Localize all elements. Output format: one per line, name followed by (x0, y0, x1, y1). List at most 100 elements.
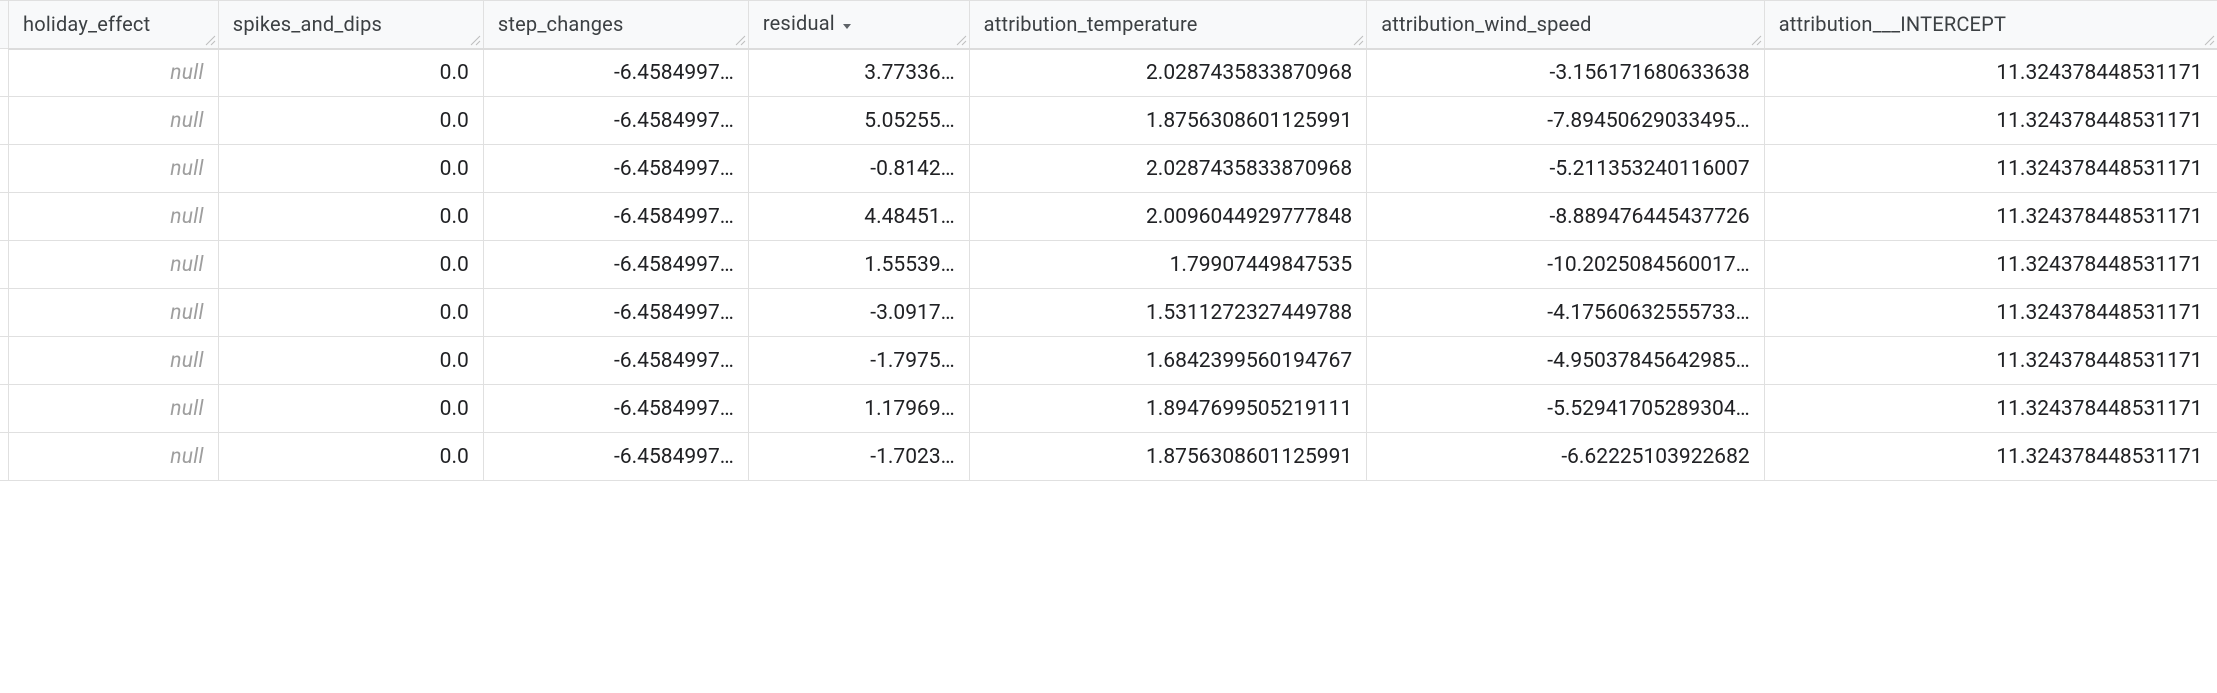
cell-attribution_wind_speed[interactable]: -5.211353240116007 (1367, 145, 1765, 193)
cell-attribution_temperature[interactable]: 1.79907449847535 (969, 241, 1367, 289)
cell-value: 5.05255… (864, 109, 954, 133)
column-resize-handle-icon[interactable] (1352, 34, 1364, 46)
column-resize-handle-icon[interactable] (955, 34, 967, 46)
cell-step_changes[interactable]: -6.4584997… (483, 97, 748, 145)
cell-value: -5.52941705289304… (1547, 397, 1749, 421)
column-header-holiday_effect[interactable]: holiday_effect (9, 1, 219, 49)
table-row[interactable]: null0.0 -6.4584997… 4.48451…2.009604492977… (0, 193, 2217, 241)
cell-residual[interactable]: -0.8142… (748, 145, 969, 193)
table-row[interactable]: null0.0-6.4584997…3.77336… 2.028743583387… (0, 49, 2217, 97)
cell-holiday_effect[interactable]: null (9, 49, 219, 97)
column-header-attribution_wind_speed[interactable]: attribution_wind_speed (1367, 1, 1765, 49)
cell-attribution_temperature[interactable]: 1.5311272327449788 (969, 289, 1367, 337)
cell-residual[interactable]: 5.05255… (748, 97, 969, 145)
cell-step_changes[interactable]: -6.4584997… (483, 49, 748, 97)
cell-attribution_wind_speed[interactable]: -5.52941705289304… (1367, 385, 1765, 433)
cell-holiday_effect[interactable]: null (9, 289, 219, 337)
cell-step_changes[interactable]: -6.4584997… (483, 433, 748, 481)
table-row[interactable]: null 0.0 -6.4584997…-3.0917… 1.531127232744… (0, 289, 2217, 337)
cell-spikes_and_dips[interactable]: 0.0 (218, 289, 483, 337)
cell-residual[interactable]: 4.48451… (748, 193, 969, 241)
cell-spikes_and_dips[interactable]: 0.0 (218, 385, 483, 433)
cell-spikes_and_dips[interactable]: 0.0 (218, 145, 483, 193)
cell-step_changes[interactable]: -6.4584997… (483, 145, 748, 193)
cell-attribution___INTERCEPT[interactable]: 11.324378448531171 (1764, 49, 2217, 97)
cell-attribution_wind_speed[interactable]: -4.95037845642985… (1367, 337, 1765, 385)
cell-residual[interactable]: 1.17969… (748, 385, 969, 433)
cell-step_changes[interactable]: -6.4584997… (483, 337, 748, 385)
cell-holiday_effect[interactable]: null (9, 97, 219, 145)
cell-spikes_and_dips[interactable]: 0.0 (218, 97, 483, 145)
cell-attribution___INTERCEPT[interactable]: 11.324378448531171 (1764, 241, 2217, 289)
cell-attribution_temperature[interactable]: 1.8947699505219111 (969, 385, 1367, 433)
cell-attribution_wind_speed[interactable]: -7.89450629033495… (1367, 97, 1765, 145)
cell-attribution_wind_speed[interactable]: -3.156171680633638 (1367, 49, 1765, 97)
cell-step_changes[interactable]: -6.4584997… (483, 241, 748, 289)
table-row[interactable]: null0.0-6.4584997…-0.8142… 2.028743583387… (0, 145, 2217, 193)
cell-attribution_temperature[interactable]: 1.8756308601125991 (969, 433, 1367, 481)
table-row[interactable]: null0.0-6.4584997…1.55539…1.799074498475… (0, 241, 2217, 289)
column-resize-handle-icon[interactable] (469, 34, 481, 46)
table-row[interactable]: null0.0-6.4584997…-1.7975…1.684239956019… (0, 337, 2217, 385)
column-header-label: attribution_temperature (984, 12, 1198, 36)
cell-value: 2.0287435833870968 (1146, 61, 1352, 85)
row-leading-gutter (0, 49, 9, 97)
cell-residual[interactable]: 3.77336… (748, 49, 969, 97)
cell-attribution___INTERCEPT[interactable]: 11.324378448531171 (1764, 433, 2217, 481)
column-resize-handle-icon[interactable] (1750, 34, 1762, 46)
cell-step_changes[interactable]: -6.4584997… (483, 193, 748, 241)
cell-value: 11.324378448531171 (1996, 205, 2202, 229)
cell-attribution_wind_speed[interactable]: -4.17560632555733… (1367, 289, 1765, 337)
column-header-label: attribution___INTERCEPT (1779, 12, 2006, 36)
cell-spikes_and_dips[interactable]: 0.0 (218, 49, 483, 97)
column-resize-handle-icon[interactable] (204, 34, 216, 46)
cell-spikes_and_dips[interactable]: 0.0 (218, 337, 483, 385)
cell-holiday_effect[interactable]: null (9, 241, 219, 289)
cell-spikes_and_dips[interactable]: 0.0 (218, 241, 483, 289)
row-leading-gutter (0, 385, 9, 433)
cell-attribution_wind_speed[interactable]: -6.62225103922682 (1367, 433, 1765, 481)
column-header-attribution_temperature[interactable]: attribution_temperature (969, 1, 1367, 49)
cell-attribution_wind_speed[interactable]: -8.889476445437726 (1367, 193, 1765, 241)
cell-attribution___INTERCEPT[interactable]: 11.324378448531171 (1764, 337, 2217, 385)
cell-attribution_temperature[interactable]: 1.6842399560194767 (969, 337, 1367, 385)
cell-holiday_effect[interactable]: null (9, 145, 219, 193)
cell-value: -3.156171680633638 (1550, 61, 1750, 85)
column-header-residual[interactable]: residual (748, 1, 969, 49)
cell-holiday_effect[interactable]: null (9, 337, 219, 385)
column-header-attribution___INTERCEPT[interactable]: attribution___INTERCEPT (1764, 1, 2217, 49)
table-row[interactable]: null0.0-6.4584997… 5.05255… 1.875630860112… (0, 97, 2217, 145)
cell-step_changes[interactable]: -6.4584997… (483, 289, 748, 337)
cell-attribution_wind_speed[interactable]: -10.2025084560017… (1367, 241, 1765, 289)
cell-spikes_and_dips[interactable]: 0.0 (218, 433, 483, 481)
cell-attribution_temperature[interactable]: 2.0287435833870968 (969, 49, 1367, 97)
cell-value: 0.0 (440, 397, 469, 421)
cell-attribution_temperature[interactable]: 2.0096044929777848 (969, 193, 1367, 241)
cell-attribution___INTERCEPT[interactable]: 11.324378448531171 (1764, 97, 2217, 145)
cell-holiday_effect[interactable]: null (9, 193, 219, 241)
cell-value: -6.4584997… (614, 205, 734, 229)
column-header-step_changes[interactable]: step_changes (483, 1, 748, 49)
column-header-spikes_and_dips[interactable]: spikes_and_dips (218, 1, 483, 49)
cell-residual[interactable]: 1.55539… (748, 241, 969, 289)
column-resize-handle-icon[interactable] (734, 34, 746, 46)
cell-value: 0.0 (440, 301, 469, 325)
cell-value: 2.0287435833870968 (1146, 157, 1352, 181)
cell-attribution_temperature[interactable]: 2.0287435833870968 (969, 145, 1367, 193)
table-row[interactable]: null 0.0 -6.4584997…1.17969…1.894769950521… (0, 385, 2217, 433)
table-row[interactable]: null0.0-6.4584997…-1.7023…1.875630860112… (0, 433, 2217, 481)
cell-residual[interactable]: -1.7023… (748, 433, 969, 481)
column-resize-handle-icon[interactable] (2203, 34, 2215, 46)
cell-attribution_temperature[interactable]: 1.8756308601125991 (969, 97, 1367, 145)
cell-holiday_effect[interactable]: null (9, 433, 219, 481)
cell-attribution___INTERCEPT[interactable]: 11.324378448531171 (1764, 385, 2217, 433)
cell-holiday_effect[interactable]: null (9, 385, 219, 433)
cell-attribution___INTERCEPT[interactable]: 11.324378448531171 (1764, 289, 2217, 337)
cell-step_changes[interactable]: -6.4584997… (483, 385, 748, 433)
cell-value: 1.5311272327449788 (1146, 301, 1352, 325)
cell-attribution___INTERCEPT[interactable]: 11.324378448531171 (1764, 145, 2217, 193)
cell-residual[interactable]: -1.7975… (748, 337, 969, 385)
cell-attribution___INTERCEPT[interactable]: 11.324378448531171 (1764, 193, 2217, 241)
cell-residual[interactable]: -3.0917… (748, 289, 969, 337)
cell-spikes_and_dips[interactable]: 0.0 (218, 193, 483, 241)
